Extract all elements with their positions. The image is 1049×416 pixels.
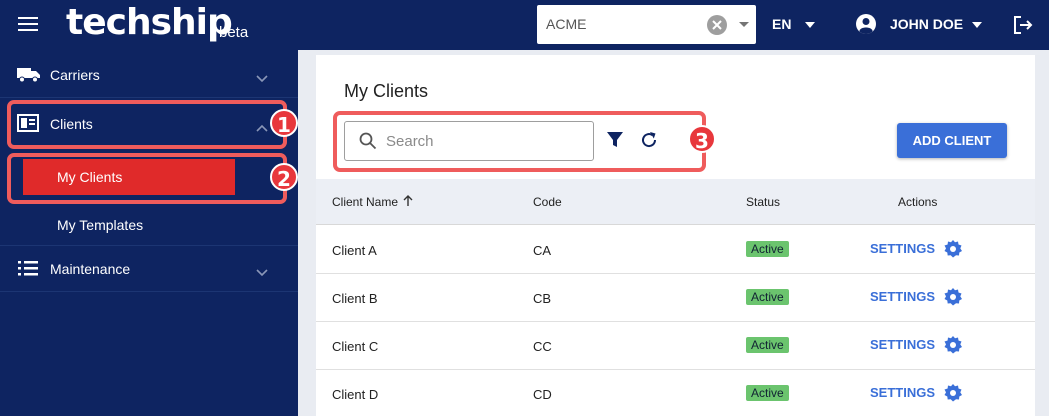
gear-icon[interactable] bbox=[943, 383, 963, 408]
annotation-highlight-box bbox=[333, 111, 706, 172]
annotation-highlight-box bbox=[7, 153, 287, 204]
column-header-actions: Actions bbox=[898, 195, 938, 209]
cell-code: CC bbox=[533, 339, 552, 354]
annotation-highlight-box bbox=[7, 100, 287, 149]
cell-code: CD bbox=[533, 387, 552, 402]
status-badge: Active bbox=[746, 337, 789, 353]
annotation-badge: 1 bbox=[270, 109, 298, 137]
list-icon bbox=[17, 259, 39, 282]
chevron-down-icon bbox=[256, 70, 268, 88]
table-row[interactable]: Client C CC Active SETTINGS bbox=[316, 322, 1035, 370]
page-title: My Clients bbox=[344, 81, 429, 101]
hamburger-menu-icon[interactable] bbox=[18, 15, 40, 33]
sidebar-item-label: Carriers bbox=[50, 67, 100, 83]
settings-button[interactable]: SETTINGS bbox=[870, 385, 935, 400]
top-bar: techship beta ACME EN JOHN DOE bbox=[0, 0, 1049, 50]
settings-button[interactable]: SETTINGS bbox=[870, 241, 935, 256]
chevron-down-icon bbox=[256, 264, 268, 282]
column-header-code[interactable]: Code bbox=[533, 195, 562, 209]
settings-button[interactable]: SETTINGS bbox=[870, 337, 935, 352]
annotation-badge: 3 bbox=[688, 125, 716, 153]
cell-code: CA bbox=[533, 243, 552, 258]
account-circle-icon[interactable] bbox=[856, 14, 876, 34]
app-logo[interactable]: techship bbox=[66, 2, 233, 43]
logout-icon[interactable] bbox=[1012, 14, 1034, 36]
user-caret-icon[interactable] bbox=[972, 22, 982, 28]
clear-icon[interactable] bbox=[707, 15, 727, 35]
sidebar-item-maintenance[interactable]: Maintenance bbox=[0, 246, 298, 292]
gear-icon[interactable] bbox=[943, 239, 963, 264]
sidebar-item-carriers[interactable]: Carriers bbox=[0, 52, 298, 98]
user-name[interactable]: JOHN DOE bbox=[890, 16, 963, 32]
column-header-client-name[interactable]: Client Name bbox=[332, 195, 398, 209]
status-badge: Active bbox=[746, 241, 789, 257]
chevron-down-icon[interactable] bbox=[739, 22, 749, 27]
sidebar-subitem-my-templates[interactable]: My Templates bbox=[57, 217, 143, 235]
column-header-status[interactable]: Status bbox=[746, 195, 780, 209]
sidebar-subitem-label: My Templates bbox=[57, 217, 144, 233]
table-row[interactable]: Client D CD Active SETTINGS bbox=[316, 370, 1035, 416]
cell-client-name: Client D bbox=[332, 387, 379, 402]
status-badge: Active bbox=[746, 385, 789, 401]
cell-client-name: Client B bbox=[332, 291, 378, 306]
settings-button[interactable]: SETTINGS bbox=[870, 289, 935, 304]
language-caret-icon[interactable] bbox=[805, 22, 815, 28]
table-row[interactable]: Client A CA Active SETTINGS bbox=[316, 226, 1035, 274]
table-header: Client Name Code Status Actions bbox=[316, 179, 1035, 225]
client-select-value: ACME bbox=[546, 16, 587, 32]
language-selector[interactable]: EN bbox=[772, 16, 791, 32]
divider bbox=[0, 97, 298, 98]
cell-client-name: Client C bbox=[332, 339, 379, 354]
annotation-badge: 2 bbox=[270, 163, 298, 191]
status-badge: Active bbox=[746, 289, 789, 305]
gear-icon[interactable] bbox=[943, 335, 963, 360]
add-client-button[interactable]: ADD CLIENT bbox=[897, 123, 1007, 158]
sort-arrow-up-icon[interactable] bbox=[402, 194, 414, 210]
truck-icon bbox=[17, 65, 41, 88]
gear-icon[interactable] bbox=[943, 287, 963, 312]
logo-beta-tag: beta bbox=[219, 24, 249, 41]
divider bbox=[0, 291, 298, 292]
cell-client-name: Client A bbox=[332, 243, 377, 258]
sidebar-item-label: Maintenance bbox=[50, 261, 131, 277]
table-row[interactable]: Client B CB Active SETTINGS bbox=[316, 274, 1035, 322]
cell-code: CB bbox=[533, 291, 552, 306]
